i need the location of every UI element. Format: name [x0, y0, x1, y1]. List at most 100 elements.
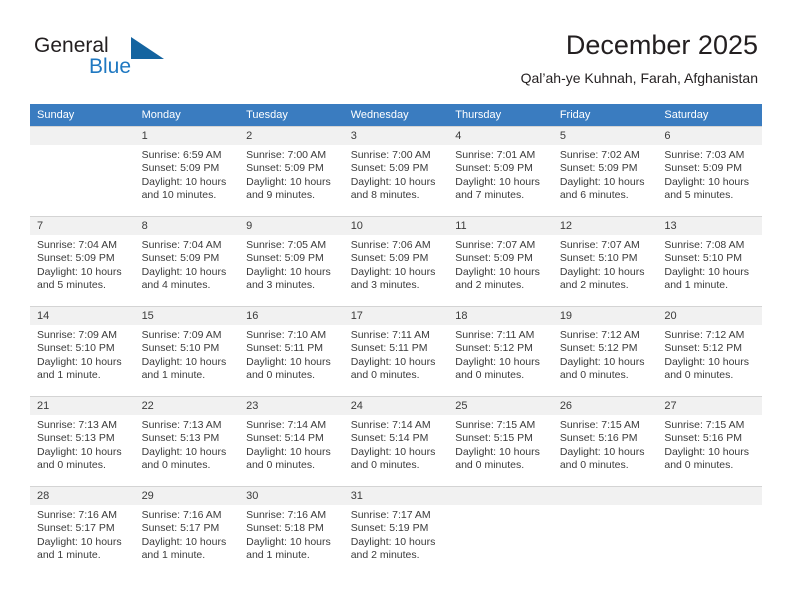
- calendar-day-cell[interactable]: 16 Sunrise: 7:10 AM Sunset: 5:11 PM Dayligh…: [239, 306, 344, 396]
- weekday-header-tuesday: Tuesday: [239, 104, 344, 126]
- calendar-day-cell[interactable]: 18 Sunrise: 7:11 AM Sunset: 5:12 PM Dayligh…: [448, 306, 553, 396]
- sunset-text: Sunset: 5:13 PM: [37, 432, 115, 445]
- day-number: [657, 487, 762, 505]
- day-number: 24: [343, 397, 449, 415]
- day-sun-info: Sunrise: 7:15 AM Sunset: 5:16 PM Daylight:…: [657, 415, 762, 473]
- sunset-text: Sunset: 5:09 PM: [664, 162, 743, 175]
- sunrise-text: Sunrise: 7:00 AM: [246, 149, 327, 161]
- calendar-day-cell[interactable]: 23 Sunrise: 7:14 AM Sunset: 5:14 PM Dayligh…: [239, 396, 344, 486]
- calendar-day-cell[interactable]: 2 Sunrise: 7:00 AM Sunset: 5:09 PM Daylight…: [239, 126, 344, 216]
- calendar-day-cell[interactable]: 11 Sunrise: 7:07 AM Sunset: 5:09 PM Dayligh…: [448, 216, 553, 306]
- daylight-text: Daylight: 10 hours and 2 minutes.: [350, 535, 436, 562]
- daylight-text: Daylight: 10 hours and 1 minute.: [141, 535, 227, 562]
- day-cell-inner: 9 Sunrise: 7:05 AM Sunset: 5:09 PM Daylight…: [239, 216, 344, 306]
- sunrise-text: Sunrise: 7:07 AM: [559, 239, 640, 251]
- daylight-text: Daylight: 10 hours and 3 minutes.: [350, 265, 436, 292]
- sunset-text: Sunset: 5:09 PM: [141, 252, 220, 265]
- day-number: 17: [343, 307, 449, 325]
- calendar-day-cell[interactable]: 29 Sunrise: 7:16 AM Sunset: 5:17 PM Dayligh…: [134, 486, 240, 576]
- day-cell-inner: 26 Sunrise: 7:15 AM Sunset: 5:16 PM Dayligh…: [552, 396, 658, 486]
- day-cell-inner: 19 Sunrise: 7:12 AM Sunset: 5:12 PM Dayligh…: [552, 306, 658, 396]
- day-number: 29: [134, 487, 240, 505]
- calendar-day-cell[interactable]: 3 Sunrise: 7:00 AM Sunset: 5:09 PM Daylight…: [343, 126, 449, 216]
- day-number: 22: [134, 397, 240, 415]
- sunrise-text: Sunrise: 7:05 AM: [246, 239, 327, 251]
- calendar-day-cell[interactable]: 7 Sunrise: 7:04 AM Sunset: 5:09 PM Daylight…: [30, 216, 135, 306]
- day-cell-inner: 16 Sunrise: 7:10 AM Sunset: 5:11 PM Dayligh…: [239, 306, 344, 396]
- calendar-week-row: 28 Sunrise: 7:16 AM Sunset: 5:17 PM Dayligh…: [30, 486, 762, 576]
- day-cell-inner: 28 Sunrise: 7:16 AM Sunset: 5:17 PM Dayligh…: [30, 486, 135, 576]
- calendar-day-cell[interactable]: 1 Sunrise: 6:59 AM Sunset: 5:09 PM Daylight…: [134, 126, 240, 216]
- brand-logo[interactable]: General Blue: [34, 34, 214, 84]
- page-title: December 2025: [565, 30, 758, 60]
- calendar-day-cell[interactable]: 14 Sunrise: 7:09 AM Sunset: 5:10 PM Dayligh…: [30, 306, 135, 396]
- daylight-text: Daylight: 10 hours and 5 minutes.: [664, 175, 750, 202]
- calendar-day-cell[interactable]: 19 Sunrise: 7:12 AM Sunset: 5:12 PM Dayligh…: [552, 306, 658, 396]
- calendar-day-cell[interactable]: 22 Sunrise: 7:13 AM Sunset: 5:13 PM Dayligh…: [134, 396, 240, 486]
- day-cell-inner: [448, 486, 553, 576]
- sunrise-text: Sunrise: 7:10 AM: [246, 329, 327, 341]
- calendar-day-cell[interactable]: 28 Sunrise: 7:16 AM Sunset: 5:17 PM Dayligh…: [30, 486, 135, 576]
- calendar-day-cell[interactable]: 5 Sunrise: 7:02 AM Sunset: 5:09 PM Daylight…: [552, 126, 658, 216]
- calendar-day-cell[interactable]: 15 Sunrise: 7:09 AM Sunset: 5:10 PM Dayligh…: [134, 306, 240, 396]
- daylight-text: Daylight: 10 hours and 0 minutes.: [246, 355, 331, 382]
- day-sun-info: Sunrise: 7:15 AM Sunset: 5:16 PM Daylight:…: [553, 415, 658, 473]
- day-sun-info: Sunrise: 7:14 AM Sunset: 5:14 PM Daylight:…: [344, 415, 449, 473]
- calendar-day-cell[interactable]: 21 Sunrise: 7:13 AM Sunset: 5:13 PM Dayligh…: [30, 396, 135, 486]
- day-cell-inner: 4 Sunrise: 7:01 AM Sunset: 5:09 PM Daylight…: [448, 126, 553, 216]
- daylight-text: Daylight: 10 hours and 1 minute.: [664, 265, 750, 292]
- day-cell-inner: [657, 486, 762, 576]
- sunset-text: Sunset: 5:19 PM: [350, 522, 429, 535]
- day-cell-inner: 31 Sunrise: 7:17 AM Sunset: 5:19 PM Dayligh…: [343, 486, 449, 576]
- calendar-day-cell[interactable]: 25 Sunrise: 7:15 AM Sunset: 5:15 PM Dayligh…: [448, 396, 553, 486]
- calendar-day-cell[interactable]: 26 Sunrise: 7:15 AM Sunset: 5:16 PM Dayligh…: [552, 396, 658, 486]
- calendar-day-cell[interactable]: 24 Sunrise: 7:14 AM Sunset: 5:14 PM Dayligh…: [343, 396, 449, 486]
- day-cell-inner: 20 Sunrise: 7:12 AM Sunset: 5:12 PM Dayligh…: [657, 306, 762, 396]
- day-sun-info: Sunrise: 7:16 AM Sunset: 5:17 PM Daylight:…: [135, 505, 240, 563]
- calendar-day-cell[interactable]: 8 Sunrise: 7:04 AM Sunset: 5:09 PM Daylight…: [134, 216, 240, 306]
- daylight-text: Daylight: 10 hours and 1 minute.: [37, 355, 122, 382]
- daylight-text: Daylight: 10 hours and 0 minutes.: [664, 355, 750, 382]
- day-cell-inner: 27 Sunrise: 7:15 AM Sunset: 5:16 PM Dayligh…: [657, 396, 762, 486]
- sunset-text: Sunset: 5:16 PM: [664, 432, 743, 445]
- sunset-text: Sunset: 5:13 PM: [141, 432, 220, 445]
- daylight-text: Daylight: 10 hours and 3 minutes.: [246, 265, 331, 292]
- calendar-day-cell[interactable]: 20 Sunrise: 7:12 AM Sunset: 5:12 PM Dayligh…: [657, 306, 762, 396]
- day-sun-info: Sunrise: 7:05 AM Sunset: 5:09 PM Daylight:…: [239, 235, 344, 293]
- calendar-day-cell[interactable]: 9 Sunrise: 7:05 AM Sunset: 5:09 PM Daylight…: [239, 216, 344, 306]
- daylight-text: Daylight: 10 hours and 6 minutes.: [559, 175, 645, 202]
- sunset-text: Sunset: 5:09 PM: [246, 162, 324, 175]
- day-number: 2: [239, 127, 344, 145]
- calendar-day-cell[interactable]: 4 Sunrise: 7:01 AM Sunset: 5:09 PM Daylight…: [448, 126, 553, 216]
- day-sun-info: Sunrise: 7:10 AM Sunset: 5:11 PM Daylight:…: [239, 325, 344, 383]
- calendar-day-cell[interactable]: 12 Sunrise: 7:07 AM Sunset: 5:10 PM Dayligh…: [552, 216, 658, 306]
- sunrise-text: Sunrise: 7:00 AM: [350, 149, 431, 161]
- day-cell-inner: 12 Sunrise: 7:07 AM Sunset: 5:10 PM Dayligh…: [552, 216, 658, 306]
- page-subtitle: Qal’ah-ye Kuhnah, Farah, Afghanistan: [520, 70, 758, 86]
- day-number: 16: [239, 307, 344, 325]
- calendar-day-cell[interactable]: 10 Sunrise: 7:06 AM Sunset: 5:09 PM Dayligh…: [343, 216, 449, 306]
- weekday-header-monday: Monday: [134, 104, 240, 126]
- calendar-day-cell[interactable]: 27 Sunrise: 7:15 AM Sunset: 5:16 PM Dayligh…: [657, 396, 762, 486]
- day-number: 7: [30, 217, 135, 235]
- day-number: 5: [552, 127, 658, 145]
- day-sun-info: Sunrise: 7:09 AM Sunset: 5:10 PM Daylight:…: [135, 325, 240, 383]
- day-sun-info: Sunrise: 7:12 AM Sunset: 5:12 PM Daylight:…: [657, 325, 762, 383]
- sunrise-text: Sunrise: 7:04 AM: [37, 239, 117, 251]
- calendar-body: 1 Sunrise: 6:59 AM Sunset: 5:09 PM Daylight…: [30, 126, 762, 576]
- day-number: 30: [239, 487, 344, 505]
- day-cell-inner: 2 Sunrise: 7:00 AM Sunset: 5:09 PM Daylight…: [239, 126, 344, 216]
- calendar-day-cell-empty: [448, 486, 553, 576]
- calendar-day-cell[interactable]: 31 Sunrise: 7:17 AM Sunset: 5:19 PM Dayligh…: [343, 486, 449, 576]
- day-cell-inner: 3 Sunrise: 7:00 AM Sunset: 5:09 PM Daylight…: [343, 126, 449, 216]
- calendar-day-cell[interactable]: 30 Sunrise: 7:16 AM Sunset: 5:18 PM Dayligh…: [239, 486, 344, 576]
- sunrise-text: Sunrise: 7:16 AM: [246, 509, 327, 521]
- calendar-day-cell[interactable]: 6 Sunrise: 7:03 AM Sunset: 5:09 PM Daylight…: [657, 126, 762, 216]
- day-number: 6: [657, 127, 762, 145]
- daylight-text: Daylight: 10 hours and 0 minutes.: [559, 445, 645, 472]
- sunrise-text: Sunrise: 7:09 AM: [37, 329, 117, 341]
- calendar-day-cell[interactable]: 13 Sunrise: 7:08 AM Sunset: 5:10 PM Dayligh…: [657, 216, 762, 306]
- weekday-header-wednesday: Wednesday: [343, 104, 449, 126]
- sunset-text: Sunset: 5:17 PM: [37, 522, 115, 535]
- calendar-day-cell[interactable]: 17 Sunrise: 7:11 AM Sunset: 5:11 PM Dayligh…: [343, 306, 449, 396]
